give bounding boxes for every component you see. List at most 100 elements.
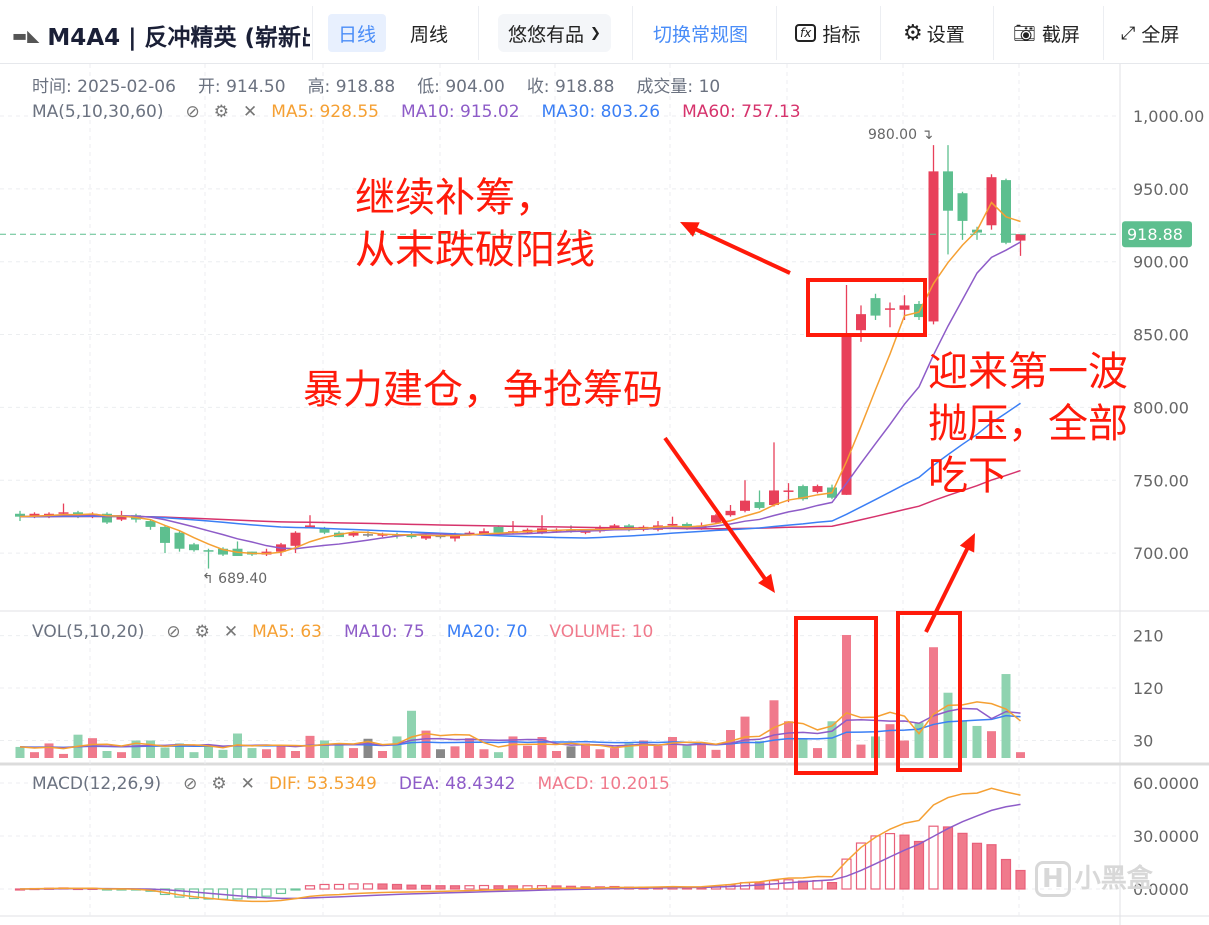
close-icon[interactable]: ✕ [241, 774, 255, 794]
price-tick: 900.00 [1133, 253, 1189, 272]
min-price-label: ↰ 689.40 [202, 571, 267, 587]
ohlc-info: 时间: 2025-02-06 开: 914.50 高: 918.88 低: 904.0… [32, 72, 742, 97]
volume-bar [305, 735, 315, 758]
macd-bar [884, 832, 896, 890]
eye-off-icon[interactable]: ⊘ [183, 774, 197, 794]
macd-bar [232, 888, 243, 900]
volume-bar [987, 731, 996, 758]
macd-bar [899, 834, 910, 890]
candle-body [1001, 180, 1011, 243]
volume-bar [378, 751, 387, 758]
macd-bar [1015, 869, 1026, 890]
vol-value: VOLUME: 10 [549, 622, 654, 642]
candle-body [928, 171, 939, 322]
volume-bar [189, 752, 199, 758]
macd-tick: 30.0000 [1133, 827, 1199, 846]
candle-body [986, 177, 997, 226]
volume-bar [30, 752, 39, 758]
gear-icon[interactable]: ⚙ [214, 102, 229, 122]
volume-bar [798, 738, 808, 758]
volume-bar [1016, 752, 1025, 758]
candle-body [740, 500, 750, 511]
volume-bar [479, 749, 489, 758]
volume-bar [320, 740, 329, 758]
candle-body [145, 521, 156, 527]
ma60-line [19, 469, 1021, 530]
watermark-logo: H 小黑盒 [1035, 858, 1153, 897]
candle-body [189, 544, 199, 551]
ma-label: MA(5,10,30,60) [32, 102, 164, 122]
info-open: 开: 914.50 [197, 77, 286, 97]
volume-bar [291, 751, 300, 758]
macd-bar [377, 883, 388, 890]
volume-bar [218, 749, 228, 758]
volume-bar [204, 745, 213, 758]
macd-bar [812, 879, 823, 890]
close-icon[interactable]: ✕ [224, 622, 238, 642]
last-price-label: 918.88 [1127, 225, 1183, 244]
candle-body [203, 550, 214, 552]
volume-bar [102, 751, 112, 758]
volume-bar [856, 744, 866, 758]
vol-ma10-value: MA10: 75 [343, 622, 425, 642]
annotation-1: 继续补筹， 从末跌破阳线 [355, 175, 595, 273]
macd-bar [478, 884, 490, 890]
volume-bar [247, 748, 257, 758]
eye-off-icon[interactable]: ⊘ [166, 622, 180, 642]
eye-off-icon[interactable]: ⊘ [185, 102, 199, 122]
macd-bar [942, 826, 954, 890]
price-tick: 850.00 [1133, 326, 1189, 345]
macd-bar [449, 885, 461, 890]
dif-value: DIF: 53.5349 [268, 774, 377, 794]
macd-bar [391, 883, 403, 890]
macd-bar [435, 885, 446, 890]
volume-bar [59, 753, 68, 758]
candle-body [725, 510, 736, 516]
volume-bar [929, 647, 938, 758]
gear-icon[interactable]: ⚙ [195, 622, 210, 642]
candle-body [174, 532, 185, 549]
watermark-text: 小黑盒 [1074, 864, 1153, 894]
candle-body [783, 490, 794, 492]
volume-bar [15, 746, 25, 758]
volume-bar [276, 745, 286, 758]
vol-legend: VOL(5,10,20) ⊘ ⚙ ✕ MA5: 63 MA10: 75 MA20: 70 VO… [32, 622, 675, 642]
macd-bar [290, 888, 301, 891]
macd-value: MACD: 10.2015 [537, 774, 670, 794]
candle-body [899, 305, 910, 310]
volume-bar [943, 692, 953, 758]
volume-bar [523, 745, 532, 758]
macd-legend: MACD(12,26,9) ⊘ ⚙ ✕ DIF: 53.5349 DEA: 48.4342… [32, 774, 692, 794]
price-tick: 1,000.00 [1133, 107, 1204, 126]
volume-bar [697, 744, 706, 758]
volume-bar [755, 741, 764, 758]
annotation-arrow [924, 541, 973, 633]
vol-ma20-value: MA20: 70 [446, 622, 528, 642]
gear-icon[interactable]: ⚙ [211, 774, 226, 794]
macd-bar [406, 884, 417, 890]
candle-body [667, 523, 678, 526]
close-icon[interactable]: ✕ [243, 102, 257, 122]
watermark-icon: H [1035, 861, 1071, 897]
volume-bar [494, 752, 503, 758]
info-close: 收: 918.88 [526, 77, 615, 97]
candle-body [957, 193, 968, 221]
candle-body [160, 526, 170, 543]
volume-bar [160, 747, 170, 758]
macd-bar [333, 883, 345, 890]
macd-bar [304, 885, 316, 890]
candle-body [856, 314, 866, 331]
volume-bar [610, 748, 619, 758]
dea-value: DEA: 48.4342 [398, 774, 516, 794]
macd-bar [348, 883, 359, 890]
annotation-2: 暴力建仓，争抢筹码 [303, 367, 663, 413]
price-tick: 700.00 [1133, 544, 1189, 563]
candle-body [493, 526, 504, 533]
macd-bar [493, 885, 504, 890]
price-tick: 800.00 [1133, 398, 1189, 417]
macd-bar [261, 888, 272, 897]
macd-bar [362, 883, 374, 890]
info-low: 低: 904.00 [417, 77, 505, 97]
volume-bar [813, 748, 822, 758]
volume-bar [900, 740, 909, 758]
